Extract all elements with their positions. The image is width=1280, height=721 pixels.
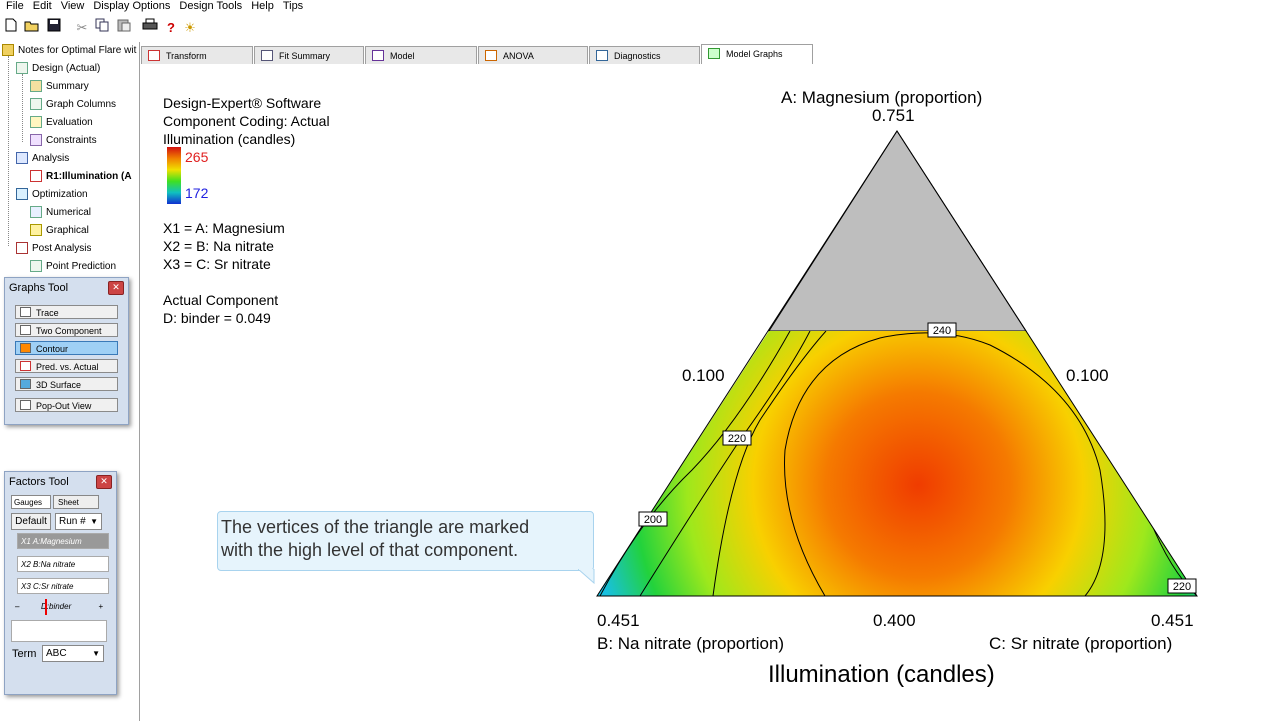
vertex-a-value: 0.751: [872, 106, 915, 125]
callout-line-1: The vertices of the triangle are marked: [221, 517, 530, 537]
ternary-contour-plot[interactable]: 240 220 200 220: [0, 0, 1280, 721]
contour-label: 200: [644, 514, 662, 526]
infeasible-region: [768, 130, 1027, 332]
right-edge-value: 0.100: [1066, 366, 1109, 385]
left-edge-value: 0.100: [682, 366, 725, 385]
callout-pointer: [578, 569, 595, 585]
vertex-b-value: 0.451: [597, 611, 640, 630]
axis-a-title: A: Magnesium (proportion): [781, 88, 983, 107]
callout-line-2: with the high level of that component.: [221, 540, 519, 560]
plot-title: Illumination (candles): [768, 661, 995, 688]
contour-label: 220: [1173, 581, 1191, 593]
axis-b-title: B: Na nitrate (proportion): [597, 634, 785, 653]
contour-label: 220: [728, 433, 746, 445]
axis-c-title: C: Sr nitrate (proportion): [989, 634, 1173, 653]
bottom-edge-value: 0.400: [873, 611, 916, 630]
contour-label: 240: [933, 325, 951, 337]
vertex-c-value: 0.451: [1151, 611, 1194, 630]
annotation-callout: The vertices of the triangle are marked …: [217, 511, 594, 571]
